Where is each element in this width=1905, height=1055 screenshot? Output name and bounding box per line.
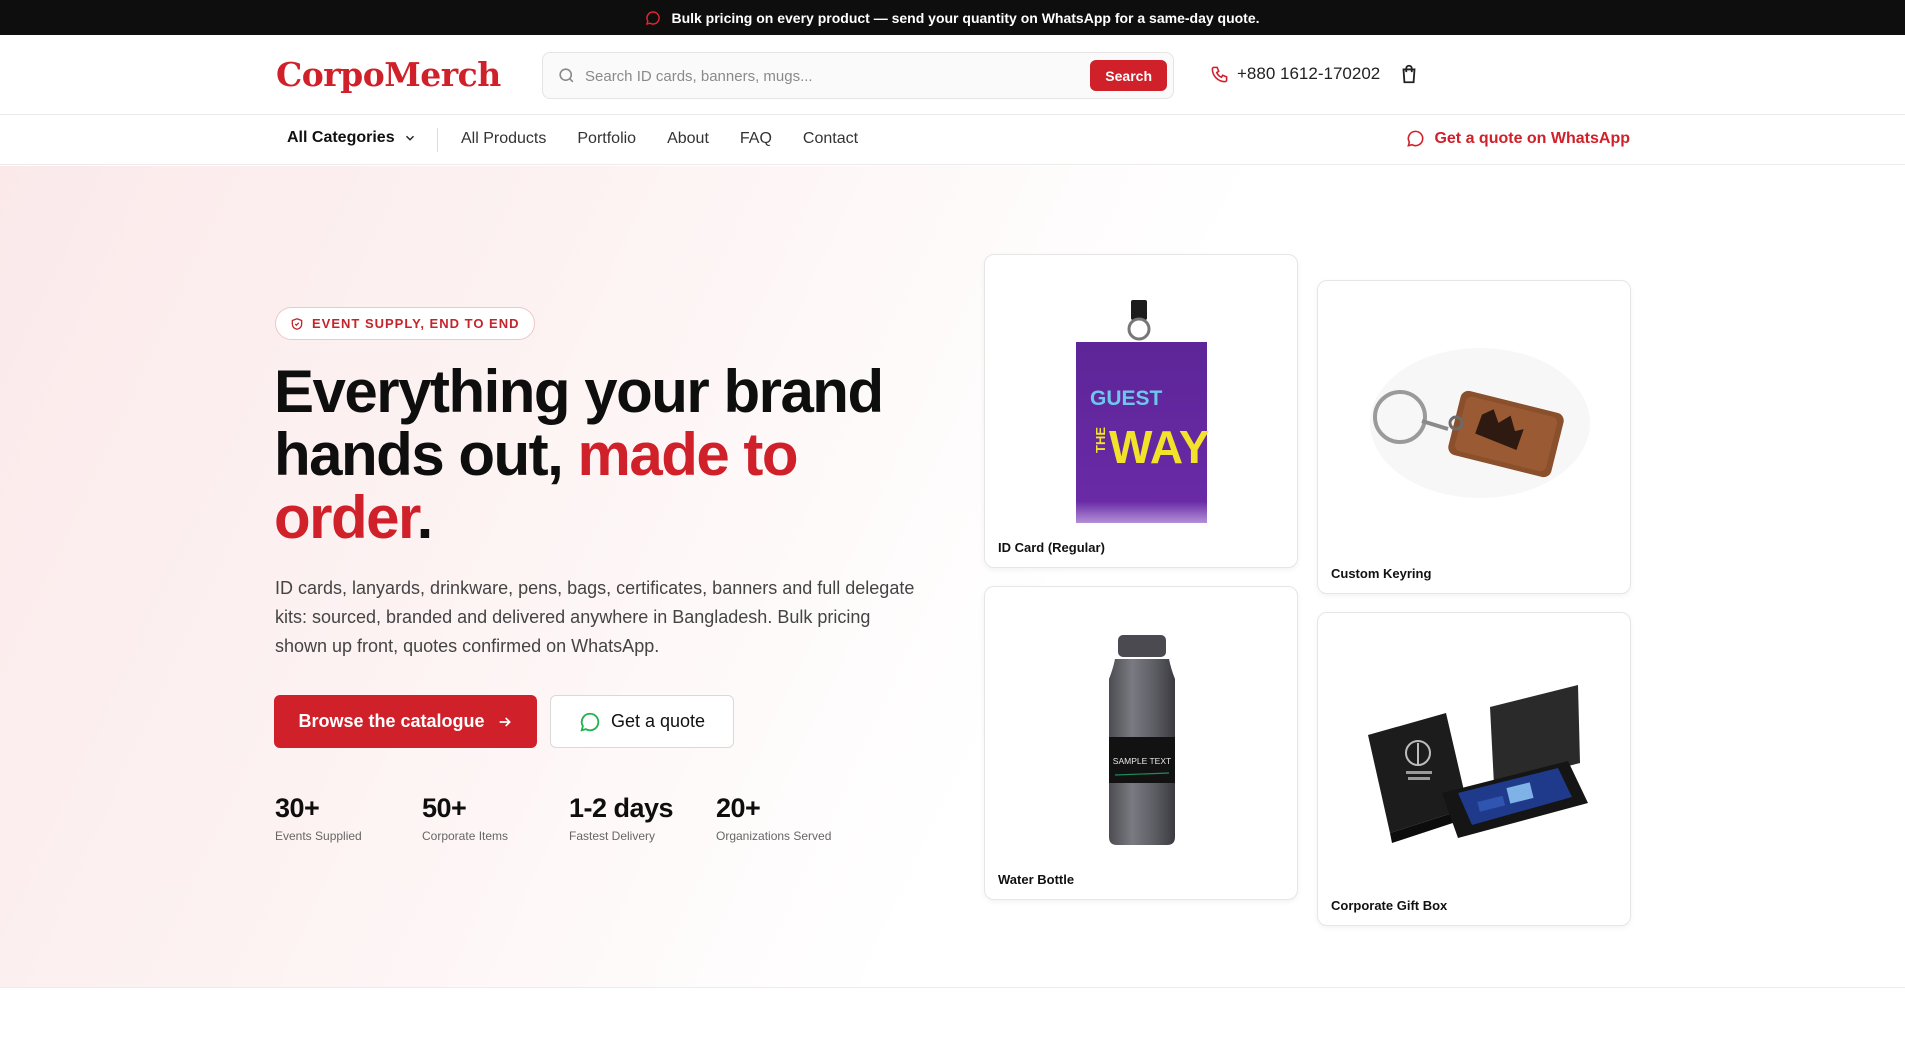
stat-value: 1-2 days	[569, 793, 674, 823]
browse-catalogue-button[interactable]: Browse the catalogue	[274, 695, 537, 748]
product-name: ID Card (Regular)	[998, 540, 1105, 555]
hero-badge: EVENT SUPPLY, END TO END	[275, 307, 535, 340]
stat-value: 30+	[275, 793, 320, 823]
product-card-keyring[interactable]: Custom Keyring	[1317, 280, 1631, 594]
product-name: Corporate Gift Box	[1331, 898, 1448, 913]
headline-period: .	[416, 484, 434, 551]
logo[interactable]: CorpoMerch	[276, 55, 501, 94]
all-categories-label: All Categories	[287, 129, 395, 146]
whatsapp-icon	[580, 712, 600, 732]
stat-value: 50+	[422, 793, 467, 823]
shield-check-icon	[291, 317, 303, 330]
nav-link-contact[interactable]: Contact	[803, 130, 858, 148]
id-card-image: GUEST WAY THE	[1076, 300, 1210, 523]
shopping-bag-icon[interactable]	[1398, 63, 1420, 85]
id-card-text-the: THE	[1093, 427, 1108, 453]
product-card-water-bottle[interactable]: SAMPLE TEXT Water Bottle	[984, 586, 1298, 900]
nav-divider	[437, 128, 438, 152]
main-nav: All Categories All Products Portfolio Ab…	[0, 115, 1905, 165]
chat-bubble-icon	[1407, 130, 1424, 147]
whatsapp-quote-link[interactable]: Get a quote on WhatsApp	[1406, 129, 1630, 148]
search-bar: Search	[542, 52, 1174, 99]
nav-link-about[interactable]: About	[667, 130, 709, 148]
chat-bubble-icon	[646, 10, 661, 25]
nav-links: All Products Portfolio About FAQ Contact	[461, 130, 858, 148]
hero-stats: 30+ Events Supplied 50+ Corporate Items …	[275, 793, 863, 843]
whatsapp-quote-label: Get a quote on WhatsApp	[1434, 129, 1630, 147]
water-bottle-image: SAMPLE TEXT	[1109, 635, 1175, 845]
hero-section: EVENT SUPPLY, END TO END Everything your…	[0, 166, 1905, 988]
search-icon	[559, 68, 574, 83]
announcement-text: Bulk pricing on every product — send you…	[671, 9, 1260, 26]
get-quote-label: Get a quote	[610, 711, 706, 731]
stat-value: 20+	[716, 793, 761, 823]
nav-link-portfolio[interactable]: Portfolio	[577, 130, 636, 148]
gift-box-image	[1368, 685, 1588, 843]
phone-link[interactable]: +880 1612-170202	[1210, 64, 1380, 84]
nav-link-faq[interactable]: FAQ	[740, 130, 772, 148]
stat-item: 50+ Corporate Items	[422, 793, 569, 843]
id-card-text-way: WAY	[1109, 421, 1210, 473]
browse-catalogue-label: Browse the catalogue	[298, 711, 485, 731]
arrow-right-icon	[499, 716, 511, 727]
hero-description: ID cards, lanyards, drinkware, pens, bag…	[275, 578, 915, 656]
phone-number: +880 1612-170202	[1237, 64, 1381, 83]
phone-icon	[1211, 66, 1228, 82]
stat-label: Organizations Served	[716, 829, 832, 843]
stat-label: Fastest Delivery	[569, 829, 656, 843]
product-name: Custom Keyring	[1331, 566, 1432, 581]
stat-item: 1-2 days Fastest Delivery	[569, 793, 716, 843]
site-header: CorpoMerch Search +880 1612-170202	[0, 35, 1905, 115]
product-card-gift-box[interactable]: Corporate Gift Box	[1317, 612, 1631, 926]
stat-item: 20+ Organizations Served	[716, 793, 863, 843]
stat-item: 30+ Events Supplied	[275, 793, 422, 843]
announcement-bar: Bulk pricing on every product — send you…	[0, 0, 1905, 35]
search-input[interactable]	[585, 61, 1025, 91]
get-quote-button[interactable]: Get a quote	[550, 695, 734, 748]
id-card-text-guest: GUEST	[1090, 387, 1163, 410]
bottle-label-text: SAMPLE TEXT	[1113, 756, 1171, 766]
nav-link-all-products[interactable]: All Products	[461, 130, 546, 148]
hero-headline: Everything your brand hands out, made to…	[274, 360, 914, 549]
stat-label: Events Supplied	[275, 829, 362, 843]
chevron-down-icon	[405, 135, 414, 141]
product-name: Water Bottle	[998, 872, 1075, 887]
hero-badge-text: EVENT SUPPLY, END TO END	[312, 316, 520, 331]
product-card-id-card[interactable]: GUEST WAY THE ID Card (Regular)	[984, 254, 1298, 568]
all-categories-dropdown[interactable]: All Categories	[287, 129, 417, 147]
stat-label: Corporate Items	[422, 829, 509, 843]
search-button[interactable]: Search	[1090, 60, 1167, 91]
keyring-image	[1370, 348, 1590, 498]
